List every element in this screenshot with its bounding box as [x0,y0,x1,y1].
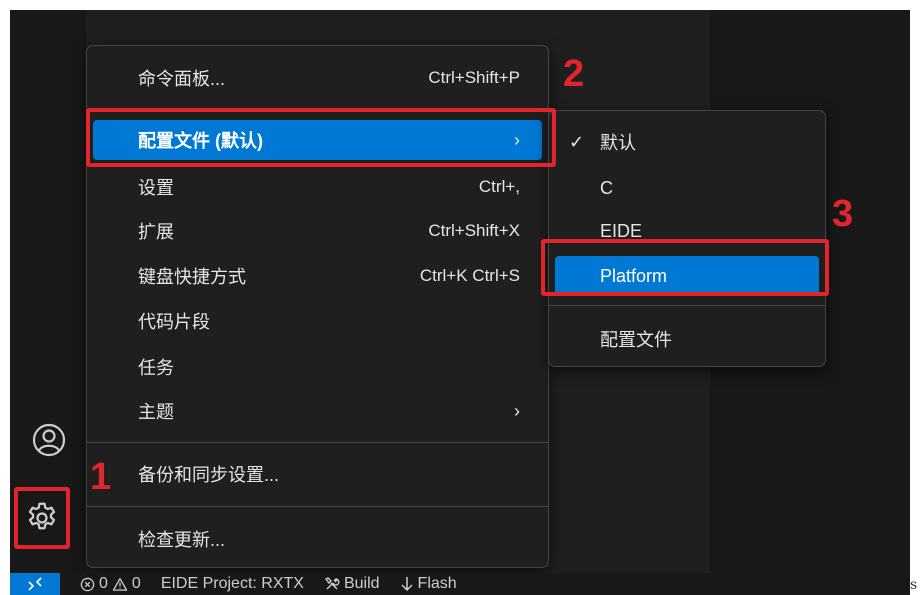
status-flash[interactable]: Flash [400,575,457,593]
profiles-submenu: ✓ 默认 C EIDE Platform 配置文件 [548,110,826,367]
remote-icon [28,577,42,591]
menu-item-label: 命令面板... [138,69,226,89]
menu-item-label: 主题 [138,402,174,422]
remote-button[interactable] [10,573,60,595]
submenu-item-label: EIDE [600,220,643,241]
menu-item-check-updates[interactable]: 检查更新... [93,519,542,559]
warning-icon [112,577,128,591]
submenu-item-label: 配置文件 [600,330,672,350]
submenu-item-default[interactable]: ✓ 默认 [555,122,819,162]
project-label: EIDE Project: RXTX [160,575,304,592]
menu-separator [87,506,548,507]
menu-item-settings[interactable]: 设置 Ctrl+, [93,167,542,207]
menu-item-label: 代码片段 [138,312,210,332]
menu-item-themes[interactable]: 主题 › [93,391,542,431]
check-icon: ✓ [569,131,585,152]
status-project[interactable]: EIDE Project: RXTX [161,575,304,593]
menu-item-profiles[interactable]: 配置文件 (默认) › [93,120,542,160]
annotation-step-3: 3 [832,193,854,235]
status-build[interactable]: Build [324,575,380,593]
submenu-item-profiles[interactable]: 配置文件 [555,319,819,359]
menu-item-shortcut: Ctrl+, [478,177,520,196]
tools-icon [324,577,340,590]
menu-item-shortcut: Ctrl+Shift+P [428,68,520,87]
gear-icon [28,502,56,530]
submenu-item-label: Platform [600,265,668,286]
menu-item-shortcut: Ctrl+Shift+X [428,221,520,240]
submenu-item-label: 默认 [600,133,636,153]
chevron-right-icon: › [514,129,520,150]
menu-item-label: 配置文件 (默认) [138,131,263,151]
menu-item-keyboard-shortcuts[interactable]: 键盘快捷方式 Ctrl+K Ctrl+S [93,256,542,296]
menu-item-tasks[interactable]: 任务 [93,347,542,387]
chevron-right-icon: › [514,400,520,421]
error-count: 0 [99,575,108,592]
menu-item-label: 备份和同步设置... [138,465,280,485]
submenu-item-platform[interactable]: Platform [555,256,819,296]
submenu-item-eide[interactable]: EIDE [555,211,819,251]
menu-item-command-palette[interactable]: 命令面板... Ctrl+Shift+P [93,58,542,98]
menu-item-extensions[interactable]: 扩展 Ctrl+Shift+X [93,211,542,251]
trailing-glyph: s [910,577,918,593]
status-problems[interactable]: 0 0 [80,575,141,593]
build-label: Build [343,575,380,592]
arrow-down-icon [401,577,413,592]
menu-item-label: 键盘快捷方式 [138,267,246,287]
menu-item-label: 设置 [138,178,174,198]
flash-label: Flash [417,575,457,592]
menu-item-label: 扩展 [138,222,174,242]
menu-item-backup-sync[interactable]: 备份和同步设置... [93,454,542,494]
submenu-item-label: C [600,177,613,198]
annotation-step-1: 1 [90,456,112,498]
account-icon[interactable] [27,418,71,462]
menu-separator [549,305,825,306]
error-icon [80,577,95,591]
menu-item-shortcut: Ctrl+K Ctrl+S [419,266,520,285]
annotation-step-2: 2 [563,53,585,95]
menu-item-snippets[interactable]: 代码片段 [93,301,542,341]
status-bar: 0 0 EIDE Project: RXTX Build Flash [10,573,910,595]
menu-item-label: 检查更新... [138,530,226,550]
warning-count: 0 [131,575,141,592]
manage-menu: 命令面板... Ctrl+Shift+P 配置文件 (默认) › 设置 Ctrl… [86,45,549,568]
manage-gear-button[interactable] [14,487,70,549]
submenu-item-c[interactable]: C [555,168,819,208]
menu-item-label: 任务 [138,358,174,378]
menu-separator [87,442,548,443]
